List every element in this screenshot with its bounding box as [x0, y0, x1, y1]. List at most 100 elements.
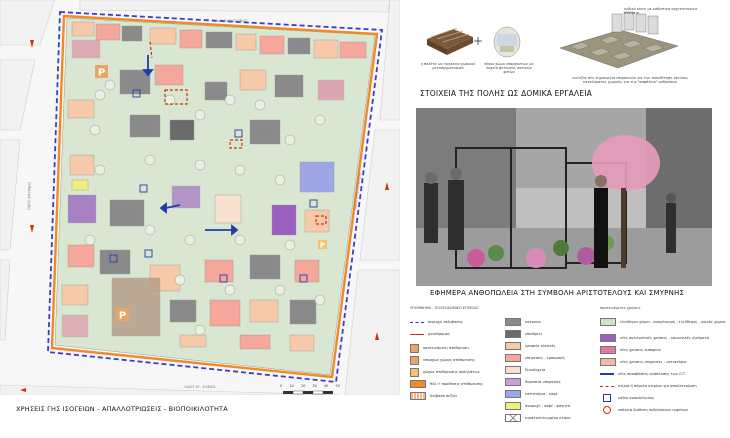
scale-tick: 10 [289, 384, 294, 388]
legend-title: ΥΠΟΜΝΗΜΑ - ΠΟΛΕΟΔΟΜΙΚΟ ΕΠΙΠΕΔΟ [410, 306, 479, 310]
legend-item: εστιατόρια - καφέ [505, 390, 558, 398]
sack-caption: σάκοι χώμα υπαρχόντων ως δοχεία φύτευσης… [484, 62, 534, 75]
plus-sign: + [473, 34, 484, 48]
legend-item: μονόδρομος [410, 330, 450, 338]
scale-tick: 20 [300, 384, 306, 388]
legend-label: μονόδρομος [428, 332, 450, 336]
legend-item: θεραπεία υπηρεσίες [505, 378, 561, 386]
legend-item: υπηρεσίες - εμπορικές [505, 354, 565, 362]
legend-item: αναψυχή - καφέ - φαγητό [505, 402, 570, 410]
legend-label: κάδοι ανακύκλωσης [618, 396, 655, 400]
photo-title: ΕΦΗΜΕΡΑ ΑΝΘΟΠΩΛΕΙΑ ΣΤΗ ΣΥΜΒΟΛΗ ΑΡΙΣΤΟΤΕΛ… [430, 289, 685, 297]
legend-label: ελεύθεροι χώροι - αναγέννηση - ελεύθερος… [620, 320, 726, 324]
legend-label: νέες πολιτιστικές χρήσεις - κοινωνικές ι… [620, 336, 710, 340]
legend-item: κάδοι ανακύκλωσης [600, 394, 654, 402]
legend-swatch [410, 380, 426, 388]
map-title: ΧΡΗΣΕΙΣ ΓΗΣ ΙΣΟΓΕΙΩΝ - ΑΠΑΛΛΟΤΡΙΩΣΕΙΣ - … [16, 405, 228, 413]
legend-swatch [410, 321, 424, 323]
legend-item: εγκαταλελειμμένο κτίριο [505, 414, 571, 422]
arrow-icon [600, 371, 614, 377]
legend-swatch [505, 414, 521, 422]
legend-label: χώρος στάθμευσης ποδηλάτων [423, 370, 480, 374]
legend-swatch [505, 366, 521, 374]
legend-label: περιοχή επέμβασης [428, 320, 463, 324]
flower-market-photo [416, 108, 712, 286]
soil-sacks-image [492, 24, 522, 60]
legend-item: ελεύθεροι χώροι - αναγέννηση - ελεύθερος… [600, 318, 730, 326]
urban-elements-title: ΣΤΟΙΧΕΙΑ ΤΗΣ ΠΟΛΗΣ ΩΣ ΔΟΜΙΚΑ ΕΡΓΑΛΕΙΑ [420, 89, 593, 98]
soil-sacks-drawing [493, 26, 521, 58]
street-label: ΟΔΟΣ ΧΑΛΚΙΔΩΝΟΣ [213, 19, 247, 23]
underground-bin-icon [603, 406, 611, 414]
legend-label: διάβαση πεζών [430, 394, 458, 398]
scale-bar [283, 390, 333, 395]
kiosks-image [559, 8, 680, 76]
parking-icon: P [98, 68, 105, 79]
legend-item: προτεινόμενη στάθμευση [410, 343, 469, 353]
legend-title-proposed: προτεινόμενες χρήσεις [600, 306, 641, 310]
legend-swatch [600, 385, 614, 387]
legend-label: θεραπεία υπηρεσίες [525, 380, 561, 384]
pallets-drawing [427, 27, 473, 55]
legend-item: υπαίθριες [505, 330, 543, 338]
legend-swatch [600, 346, 616, 354]
scale-ticks: 0 10 20 30 40 50 [280, 384, 340, 388]
legend-label: εγκαταλελειμμένο κτίριο [525, 416, 571, 420]
legend-label: υπάρχων χώρος στάθμευσης [423, 358, 475, 362]
legend-item: χώρος στάθμευσης ποδηλάτων [410, 367, 480, 377]
legend-swatch [600, 358, 616, 366]
legend-item: περιοχή επέμβασης [410, 318, 463, 326]
legend-swatch [410, 392, 426, 400]
legend-label: αναψυχή - καφέ - φαγητό [525, 404, 571, 408]
street-label: ΟΔΟΣ ΑΓ. ΣΟΦΙΑΣ [184, 385, 215, 389]
legend-label: νέες χρήσεις υπηρεσίες - εστιατόρια [620, 360, 687, 364]
parking-icon: P [119, 311, 126, 322]
legend-swatch [410, 355, 419, 365]
legend-item: νέες χρήσεις εμπορίου [600, 346, 661, 354]
legend-swatch [505, 354, 521, 362]
legend-label: κατοικία [525, 320, 541, 324]
legend-swatch [600, 318, 616, 326]
kiosks-drawing [559, 11, 679, 69]
legend-item: νέες χρήσεις υπηρεσίες - εστιατόρια [600, 358, 687, 366]
legend-swatch [505, 318, 521, 326]
legend-swatch [600, 334, 616, 342]
legend-item: νέες προσβάσεις ανάπλασης των Ο.Τ. [600, 370, 686, 378]
legend-item: γραφεία κλινικές [505, 342, 556, 350]
site-plan-drawing: P P P ΟΔΟΣ ΧΑΛΚΙΔΩΝΟΣ ΟΔΟΣ ΑΓ. ΣΟΦΙΑΣ ΟΔ… [0, 0, 401, 396]
legend-label: εστιατόρια - καφέ [525, 392, 558, 396]
legend-label: υπόγεια διάθεση ανθρώπινων εμφύτων [618, 408, 689, 412]
scale-tick: 30 [312, 384, 317, 388]
legend-swatch [410, 343, 419, 353]
legend-item: ξενοδοχεία [505, 366, 545, 374]
legend-label: νέες χρήσεις εμπορίου [620, 348, 661, 352]
legend: ΥΠΟΜΝΗΜΑ - ΠΟΛΕΟΔΟΜΙΚΟ ΕΠΙΠΕΔΟ προτεινόμ… [410, 300, 728, 435]
legend-swatch [505, 342, 521, 350]
legend-item: κατοικία [505, 318, 541, 326]
legend-label: νέες προσβάσεις ανάπλασης των Ο.Τ. [618, 372, 687, 376]
pallets-image [425, 25, 475, 57]
scale-tick: 40 [323, 384, 329, 388]
recycle-bin-icon [603, 394, 611, 402]
legend-label: ξενοδοχεία [525, 368, 546, 372]
legend-item: κτίρια ή σύνολα κτιρίων για απαλλοτρίωση [600, 382, 697, 390]
legend-label: κτίρια ή σύνολα κτιρίων για απαλλοτρίωση [618, 384, 697, 388]
legend-swatch [505, 378, 521, 386]
legend-item: διάβαση πεζών [410, 392, 457, 400]
legend-swatch [410, 367, 419, 377]
pallet-caption: η παλέτα ως εργαλείο χωρικού μετασχηματι… [420, 62, 476, 71]
kiosk-caption: κυβικό κουτί με καθιστικά αρχιτεκτονικά … [624, 7, 697, 16]
scale-tick: 50 [335, 384, 340, 388]
legend-label: γραφεία κλινικές [525, 344, 556, 348]
legend-swatch [505, 330, 521, 338]
legend-label: υπηρεσίες - εμπορικές [525, 356, 566, 360]
legend-item: υπόγεια διάθεση ανθρώπινων εμφύτων [600, 406, 688, 414]
legend-item: υπάρχων χώρος στάθμευσης [410, 355, 475, 365]
legend-swatch [505, 390, 521, 398]
legend-swatch [410, 333, 424, 335]
surface-caption: ευελιξία στη δημιουργία επιφανειών για τ… [572, 76, 688, 85]
legend-label: προτεινόμενη στάθμευση [423, 346, 469, 350]
legend-swatch [505, 402, 521, 410]
site-plan-map: P P P ΟΔΟΣ ΧΑΛΚΙΔΩΝΟΣ ΟΔΟΣ ΑΓ. ΣΟΦΙΑΣ ΟΔ… [0, 0, 401, 396]
flower-market-scene [416, 108, 712, 286]
